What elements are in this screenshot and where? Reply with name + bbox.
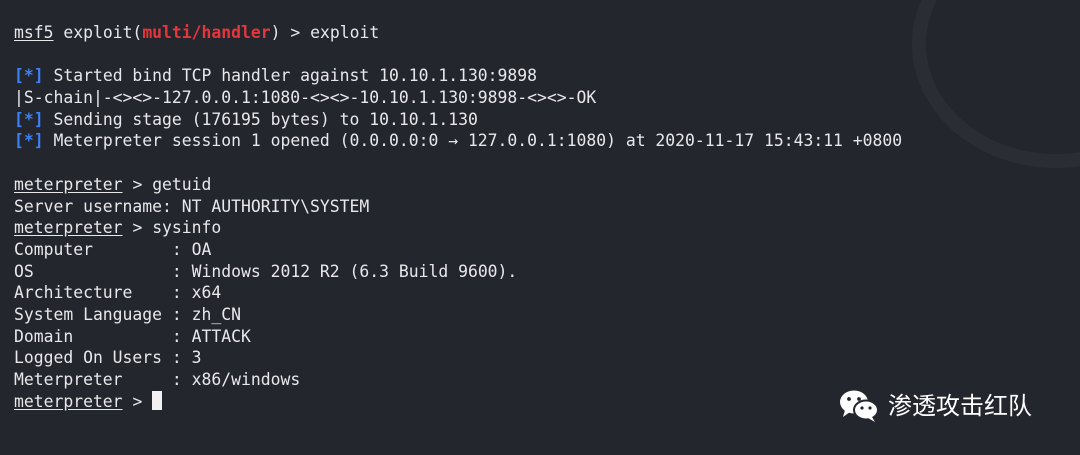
handler-text: Started bind TCP handler against 10.10.1… [53,66,538,86]
stage-text: Sending stage (176195 bytes) to 10.10.1.… [53,109,478,129]
getuid-result: Server username: NT AUTHORITY\SYSTEM [14,196,370,216]
meterpreter-prompt-arrow: > [132,218,143,238]
sysinfo-key: System Language [14,304,172,324]
wechat-icon [840,390,879,422]
sysinfo-key: Domain [14,326,172,346]
msf-prompt-suffix: ) [270,23,281,42]
output-line-session: [*] Meterpreter session 1 opened (0.0.0.… [14,130,902,152]
info-marker: [*] [14,131,44,151]
meterpreter-prompt-arrow: > [132,391,143,411]
watermark: 渗透攻击红队 [838,386,1032,426]
output-line-schain: |S-chain|-<><>-127.0.0.1:1080-<><>-10.10… [14,88,597,108]
getuid-command-text: getuid [152,174,212,194]
meterpreter-prompt-name: meterpreter [14,174,123,194]
sysinfo-value: x64 [191,283,222,303]
sysinfo-key: Computer [14,239,172,259]
sysinfo-row-architecture: Architecture : x64 [14,283,222,303]
sysinfo-command-line: meterpreter > sysinfo [14,217,902,239]
msf-prompt-arrow: > [290,23,301,42]
background-decoration [912,0,1080,168]
meterpreter-prompt-name: meterpreter [14,391,123,411]
module-name: multi/handler [142,23,271,42]
watermark-text: 渗透攻击红队 [888,392,1032,420]
meterpreter-prompt-arrow: > [132,174,143,194]
getuid-command-line: meterpreter > getuid [14,174,902,196]
output-line-handler: [*] Started bind TCP handler against 10.… [14,65,902,87]
msf-command-text: exploit [310,23,380,42]
active-prompt-line[interactable]: meterpreter > [14,390,902,413]
sysinfo-key: Logged On Users [14,348,172,368]
sysinfo-command-text: sysinfo [152,218,222,238]
info-marker: [*] [14,109,44,129]
sysinfo-value: zh_CN [191,304,241,324]
sysinfo-row-language: System Language : zh_CN [14,304,241,324]
sysinfo-key: OS [14,261,172,281]
sysinfo-row-logged-users: Logged On Users : 3 [14,348,202,368]
sysinfo-row-os: OS : Windows 2012 R2 (6.3 Build 9600). [14,261,518,281]
sysinfo-value: OA [191,239,212,259]
sysinfo-value: x86/windows [191,370,301,389]
text-cursor[interactable] [152,390,163,410]
terminal-output: msf5 exploit(multi/handler) > exploit [*… [14,22,902,412]
sysinfo-value: ATTACK [191,326,251,346]
info-marker: [*] [14,66,44,86]
sysinfo-value: Windows 2012 R2 (6.3 Build 9600). [191,261,518,281]
sysinfo-row-meterpreter: Meterpreter : x86/windows [14,370,301,389]
output-line-stage: [*] Sending stage (176195 bytes) to 10.1… [14,109,902,131]
msf-prompt-name: msf5 [14,23,54,42]
msf-command-line: msf5 exploit(multi/handler) > exploit [14,22,902,44]
sysinfo-row-computer: Computer : OA [14,239,212,259]
msf-prompt-prefix: exploit( [63,23,143,42]
sysinfo-key: Meterpreter [14,370,172,389]
session-text: Meterpreter session 1 opened (0.0.0.0:0 … [53,131,903,151]
sysinfo-row-domain: Domain : ATTACK [14,326,251,346]
meterpreter-prompt-name: meterpreter [14,218,123,238]
sysinfo-key: Architecture [14,283,172,303]
terminal-window[interactable]: msf5 exploit(multi/handler) > exploit [*… [0,0,1080,455]
sysinfo-value: 3 [191,348,202,368]
